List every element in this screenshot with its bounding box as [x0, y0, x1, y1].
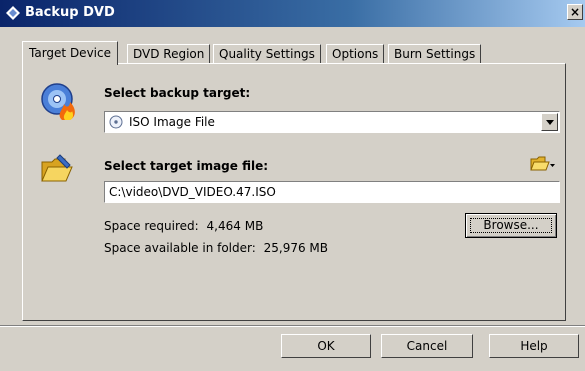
- folder-pen-icon: [41, 154, 73, 182]
- ok-button[interactable]: OK: [281, 334, 371, 358]
- folder-menu-icon[interactable]: [530, 156, 556, 172]
- disc-icon: [109, 115, 123, 129]
- tab-burn-settings[interactable]: Burn Settings: [388, 44, 482, 64]
- backup-target-select[interactable]: ISO Image File: [104, 111, 560, 133]
- title-bar[interactable]: Backup DVD ×: [0, 0, 585, 27]
- select-backup-target-heading: Select backup target:: [104, 86, 251, 100]
- space-available-label: Space available in folder:: [104, 241, 256, 255]
- backup-target-value: ISO Image File: [129, 115, 215, 129]
- space-available-row: Space available in folder: 25,976 MB: [104, 241, 328, 255]
- window-title: Backup DVD: [25, 5, 115, 20]
- browse-button-label: Browse...: [470, 218, 552, 233]
- space-required-label: Space required:: [104, 219, 199, 233]
- chevron-down-icon[interactable]: [541, 113, 558, 131]
- close-button[interactable]: ×: [567, 4, 583, 20]
- button-separator: [0, 325, 585, 327]
- backup-dvd-dialog: Backup DVD × Target Device DVD Region Qu…: [0, 0, 585, 371]
- help-button[interactable]: Help: [489, 334, 579, 358]
- app-icon: [6, 6, 20, 20]
- cancel-button[interactable]: Cancel: [381, 334, 473, 358]
- tab-quality-settings[interactable]: Quality Settings: [213, 44, 321, 64]
- space-required-row: Space required: 4,464 MB: [104, 219, 263, 233]
- target-image-path-input[interactable]: C:\video\DVD_VIDEO.47.ISO: [104, 181, 560, 203]
- space-available-value: 25,976 MB: [263, 241, 328, 255]
- tab-dvd-region[interactable]: DVD Region: [127, 44, 211, 64]
- space-required-value: 4,464 MB: [206, 219, 264, 233]
- close-icon: ×: [569, 5, 581, 19]
- tab-target-device[interactable]: Target Device: [22, 41, 118, 65]
- dvd-fire-icon: [41, 83, 75, 120]
- tab-options[interactable]: Options: [326, 44, 385, 64]
- select-target-image-file-heading: Select target image file:: [104, 159, 269, 173]
- browse-button[interactable]: Browse...: [465, 213, 557, 238]
